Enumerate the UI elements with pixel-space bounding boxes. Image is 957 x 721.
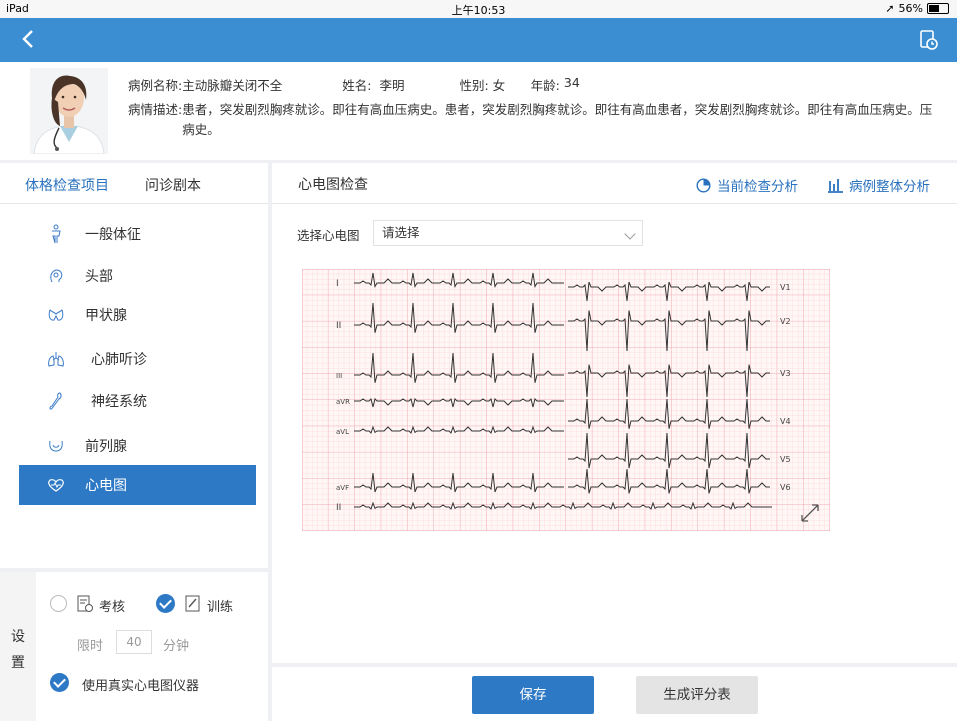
lead-label-left: I — [336, 279, 339, 289]
patient-age: 34 — [563, 75, 580, 90]
ecg-strip: IIIIIIaVRaVLaVFIIV1V2V3V4V5V6 — [302, 269, 830, 531]
time-limit-label: 限时 — [77, 639, 104, 654]
sidebar-item-ecg[interactable]: 心电图 — [19, 465, 256, 505]
status-right: ➚ 56% — [885, 2, 949, 15]
lead-label-left: aVL — [336, 428, 349, 436]
sidebar-item-label: 心电图 — [85, 478, 127, 494]
sidebar-item-label: 心肺听诊 — [91, 352, 147, 368]
sidebar-item-thyroid[interactable]: 甲状腺 — [19, 295, 256, 335]
back-icon[interactable] — [18, 28, 40, 50]
lead-label-left: II — [336, 503, 341, 513]
sidebar-tabs: 体格检查项目 问诊剧本 — [0, 163, 268, 204]
lead-label-left: aVF — [336, 484, 349, 492]
location-icon: ➚ — [885, 2, 895, 15]
settings-label-char1: 设 — [11, 629, 25, 645]
tab-physical-exam[interactable]: 体格检查项目 — [25, 175, 109, 195]
description-label: 病情描述: — [128, 102, 183, 117]
neuro-icon — [47, 392, 65, 410]
overall-analysis-label: 病例整体分析 — [849, 179, 930, 195]
action-footer: 保存 生成评分表 — [272, 667, 957, 721]
chevron-down-icon — [624, 228, 636, 240]
settings-label: 设 置 — [0, 572, 36, 721]
train-mode-checked[interactable] — [156, 594, 175, 613]
exam-mode-label[interactable]: 考核 — [99, 596, 125, 615]
battery-icon — [927, 3, 949, 14]
sidebar-item-head[interactable]: 头部 — [19, 256, 256, 296]
lead-label-right: V2 — [780, 317, 791, 326]
description-text: 患者，突发剧烈胸疼就诊。即往有高血压病史。患者，突发剧烈胸疼就诊。即往有高血患者… — [182, 102, 933, 137]
panel-title: 心电图检查 — [298, 177, 368, 193]
patient-gender: 女 — [492, 78, 506, 93]
heart-icon — [47, 476, 65, 494]
gender-label: 性别: — [459, 78, 489, 93]
pie-chart-icon — [696, 177, 711, 193]
sidebar-item-label: 甲状腺 — [85, 308, 127, 324]
lead-label-right: V3 — [780, 369, 791, 378]
sidebar-item-label: 头部 — [85, 269, 113, 285]
lead-label-left: III — [336, 372, 342, 380]
overall-analysis-link[interactable]: 病例整体分析 — [828, 175, 930, 195]
settings-panel: 设 置 考核 训练 限时 40 分钟 使用真实心电图仪器 — [0, 572, 268, 721]
lead-label-left: aVR — [336, 398, 350, 406]
time-limit-unit: 分钟 — [163, 639, 190, 654]
panel-header: 心电图检查 当前检查分析 病例整体分析 — [272, 163, 957, 204]
select-ecg-label: 选择心电图 — [297, 228, 360, 243]
lungs-icon — [47, 350, 65, 368]
head-icon — [47, 267, 65, 285]
settings-label-char2: 置 — [11, 655, 25, 671]
train-mode-label[interactable]: 训练 — [207, 596, 233, 615]
real-device-checkbox[interactable] — [50, 673, 69, 692]
body-icon — [47, 224, 65, 244]
exam-icon — [77, 595, 93, 612]
doctor-avatar — [30, 68, 108, 154]
train-icon — [185, 595, 200, 612]
time-limit-input[interactable]: 40 — [116, 630, 152, 654]
lead-label-right: V4 — [780, 417, 791, 426]
exam-sidebar: 体格检查项目 问诊剧本 一般体征 头部 甲状腺 心肺听诊 神经系统 前列腺 心电… — [0, 163, 268, 568]
ecg-select[interactable]: 请选择 — [373, 220, 643, 246]
battery-percent: 56% — [898, 2, 923, 15]
patient-name: 李明 — [379, 78, 405, 93]
sidebar-item-general-signs[interactable]: 一般体征 — [19, 214, 256, 254]
sidebar-item-nervous-system[interactable]: 神经系统 — [19, 381, 256, 421]
sidebar-item-prostate[interactable]: 前列腺 — [19, 426, 256, 466]
sidebar-item-auscultation[interactable]: 心肺听诊 — [19, 339, 256, 379]
lead-label-right: V6 — [780, 483, 791, 492]
thyroid-icon — [47, 306, 65, 324]
record-icon[interactable] — [919, 29, 939, 51]
lead-label-left: II — [336, 321, 341, 331]
lead-label-right: V5 — [780, 455, 791, 464]
generate-score-button[interactable]: 生成评分表 — [636, 676, 758, 714]
age-label: 年龄: — [530, 78, 560, 93]
ecg-select-value: 请选择 — [382, 225, 420, 240]
nav-bar — [0, 18, 957, 62]
current-analysis-label: 当前检查分析 — [717, 179, 798, 195]
status-time: 上午10:53 — [451, 4, 506, 17]
case-name: 主动脉瓣关闭不全 — [182, 78, 283, 93]
ecg-exam-panel: 心电图检查 当前检查分析 病例整体分析 选择心电图 请选择 I II III aVR a… — [272, 163, 957, 663]
prostate-icon — [47, 437, 65, 455]
name-label: 姓名: — [342, 78, 372, 93]
real-device-label[interactable]: 使用真实心电图仪器 — [82, 675, 199, 694]
sidebar-item-label: 前列腺 — [85, 439, 127, 455]
patient-basic-info: 病例名称: 主动脉瓣关闭不全 姓名: 李明 性别: 女 年龄: 34 — [128, 75, 580, 94]
patient-description: 病情描述: 患者，突发剧烈胸疼就诊。即往有高血压病史。患者，突发剧烈胸疼就诊。即… — [128, 100, 943, 140]
status-bar: iPad 上午10:53 ➚ 56% — [0, 0, 957, 18]
sidebar-item-label: 神经系统 — [91, 394, 147, 410]
case-label: 病例名称: — [128, 78, 183, 93]
sidebar-item-label: 一般体征 — [85, 227, 141, 243]
exam-mode-radio[interactable] — [50, 595, 67, 612]
patient-header: 病例名称: 主动脉瓣关闭不全 姓名: 李明 性别: 女 年龄: 34 病情描述:… — [0, 62, 957, 160]
lead-label-right: V1 — [780, 283, 791, 292]
tab-interview-script[interactable]: 问诊剧本 — [145, 175, 201, 195]
save-button[interactable]: 保存 — [472, 676, 594, 714]
bar-chart-icon — [828, 178, 843, 193]
current-analysis-link[interactable]: 当前检查分析 — [696, 175, 798, 195]
